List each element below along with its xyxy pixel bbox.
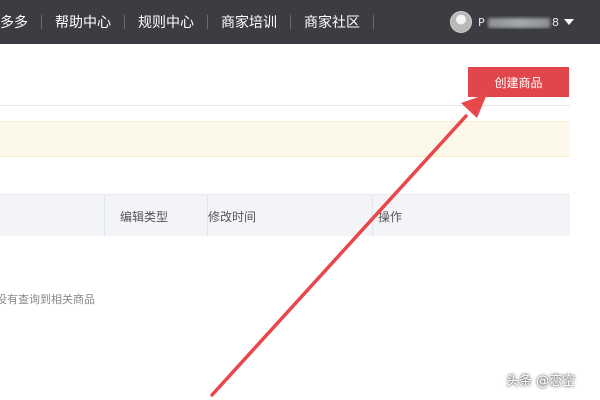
username-end: 8 <box>552 15 559 29</box>
username-redacted: P8 <box>478 16 560 29</box>
nav-item-rules-center[interactable]: 规则中心 <box>125 0 207 44</box>
watermark: 头条 @恋空 <box>506 374 576 389</box>
column-divider <box>104 195 105 237</box>
column-header-edit-type: 编辑类型 <box>120 210 169 224</box>
nav-item-merchant-community[interactable]: 商家社区 <box>291 0 373 44</box>
top-navigation-bar: 多多 帮助中心 规则中心 商家培训 商家社区 P8 <box>0 0 600 44</box>
table-header: 编辑类型 修改时间 操作 <box>0 194 570 237</box>
user-menu[interactable]: P8 <box>440 0 600 44</box>
avatar[interactable] <box>450 11 472 33</box>
chevron-down-icon[interactable] <box>564 19 574 25</box>
username-start: P <box>478 15 485 29</box>
column-divider <box>372 195 373 237</box>
create-product-button[interactable]: 创建商品 <box>468 67 569 97</box>
arrow-shaft <box>210 114 468 397</box>
nav-divider <box>373 15 374 29</box>
empty-state-message: 没有查询到相关商品 <box>0 293 95 306</box>
notice-banner <box>0 121 570 157</box>
nav-item-brand[interactable]: 多多 <box>0 0 41 44</box>
nav-item-help-center[interactable]: 帮助中心 <box>42 0 124 44</box>
column-header-actions: 操作 <box>378 210 403 224</box>
nav-item-merchant-training[interactable]: 商家培训 <box>208 0 290 44</box>
column-header-modified-time: 修改时间 <box>208 210 257 224</box>
redaction-blur <box>488 17 550 28</box>
